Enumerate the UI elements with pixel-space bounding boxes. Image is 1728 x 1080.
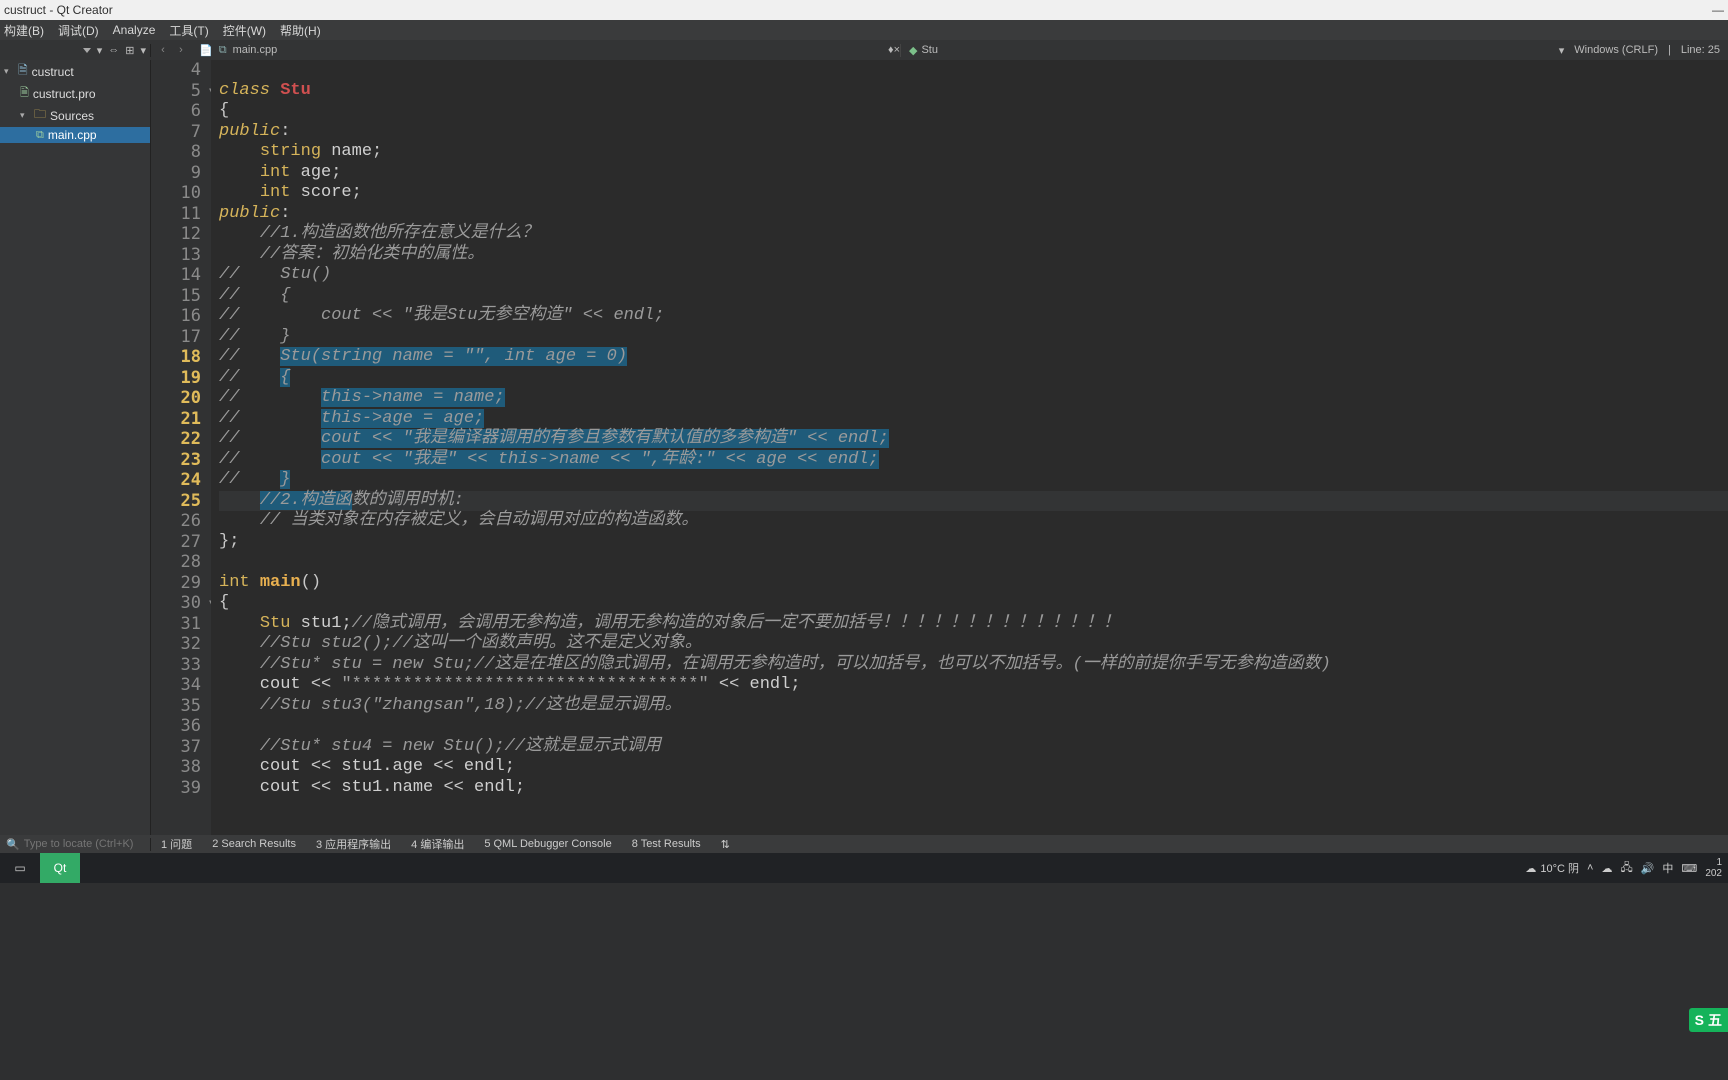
status-separator: | — [1668, 44, 1671, 57]
tray-chevron-icon[interactable]: ˄ — [1587, 862, 1593, 874]
code-editor[interactable]: class Stu{public: string name; int age; … — [211, 60, 1728, 835]
output-pane-tabs: 🔍 1 问题 2 Search Results 3 应用程序输出 4 编译输出 … — [0, 835, 1728, 853]
output-tab-qml[interactable]: 5 QML Debugger Console — [474, 838, 621, 850]
pro-file-name: custruct.pro — [33, 87, 96, 101]
os-taskbar: ▭ Qt ☁ 10°C 阴 ˄ ☁ 🖧 🔊 中 ⌨ 1 202 — [0, 853, 1728, 883]
open-file-name: main.cpp — [233, 44, 278, 56]
class-icon: ◆ — [909, 44, 917, 57]
output-tab-appoutput[interactable]: 3 应用程序输出 — [306, 836, 401, 852]
menubar: 构建(B) 调试(D) Analyze 工具(T) 控件(W) 帮助(H) — [0, 20, 1728, 40]
output-tab-toggle-icon[interactable]: ⇅ — [711, 838, 740, 851]
system-tray: ☁ 10°C 阴 ˄ ☁ 🖧 🔊 中 ⌨ 1 202 — [1525, 857, 1728, 879]
tray-time: 1 — [1705, 857, 1722, 868]
project-dropdown-icon[interactable] — [83, 48, 91, 53]
nav-forward-icon[interactable]: › — [173, 44, 189, 56]
symbol-breadcrumb[interactable]: ◆ Stu — [900, 44, 946, 57]
cpp-file-icon: ⧉ — [36, 129, 44, 142]
cloud-icon: ☁ — [1525, 862, 1536, 875]
qtcreator-taskbar-icon[interactable]: Qt — [40, 853, 80, 883]
symbol-name: Stu — [921, 44, 938, 56]
pro-file-icon: 🗎 — [20, 84, 29, 103]
ime-logo-icon: S — [1695, 1012, 1704, 1028]
expand-icon[interactable]: ▾ — [140, 44, 146, 57]
editor-toolbar: ▾ ⇔ ⊞ ▾ ‹ › 📄 ⧉ main.cpp ♦ × ◆ Stu ▾ Win… — [0, 40, 1728, 60]
menu-widgets[interactable]: 控件(W) — [223, 22, 266, 39]
output-tab-issues[interactable]: 1 问题 — [151, 836, 202, 852]
project-toolbar: ▾ ⇔ ⊞ ▾ — [0, 44, 151, 57]
link-icon[interactable]: ⇔ — [108, 44, 119, 56]
sources-folder[interactable]: ▾ 🗀 Sources — [0, 104, 150, 127]
menu-debug[interactable]: 调试(D) — [58, 22, 99, 39]
tray-clock[interactable]: 1 202 — [1705, 857, 1722, 879]
file-list-dropdown-icon[interactable]: 📄 — [199, 44, 213, 57]
line-ending-label[interactable]: Windows (CRLF) — [1574, 44, 1658, 57]
search-icon: 🔍 — [6, 838, 20, 851]
network-icon[interactable]: 🖧 — [1620, 859, 1632, 878]
folder-icon: 🗀 — [34, 105, 46, 126]
taskview-button[interactable]: ▭ — [0, 853, 40, 883]
ime-badge[interactable]: S 五 — [1689, 1008, 1728, 1032]
split-icon[interactable]: ⊞ — [125, 44, 134, 57]
menu-build[interactable]: 构建(B) — [4, 22, 44, 39]
output-tab-tests[interactable]: 8 Test Results — [622, 838, 711, 850]
ime-mode-icon[interactable]: ⌨ — [1681, 862, 1697, 875]
symbol-dropdown-icon[interactable]: ▾ — [1559, 44, 1565, 57]
menu-help[interactable]: 帮助(H) — [280, 22, 321, 39]
output-tab-search[interactable]: 2 Search Results — [202, 838, 306, 850]
cpp-file-icon: ⧉ — [219, 44, 227, 57]
output-tab-compile[interactable]: 4 编译输出 — [401, 836, 474, 852]
ime-lang-icon[interactable]: 中 — [1662, 860, 1673, 876]
cursor-position-label[interactable]: Line: 25 — [1681, 44, 1720, 57]
weather-text: 10°C 阴 — [1540, 860, 1579, 876]
project-root[interactable]: ▾ 🗎 custruct — [0, 60, 150, 83]
nav-controls: ‹ › — [151, 44, 193, 56]
locator[interactable]: 🔍 — [0, 838, 151, 851]
open-file-tab[interactable]: 📄 ⧉ main.cpp — [193, 44, 283, 57]
ime-text: 五 — [1708, 1010, 1722, 1030]
window-titlebar: custruct - Qt Creator — — [0, 0, 1728, 20]
pro-file-item[interactable]: 🗎 custruct.pro — [0, 83, 150, 104]
tray-date: 202 — [1705, 868, 1722, 879]
expand-icon[interactable]: ▾ — [20, 110, 30, 121]
window-title: custruct - Qt Creator — [4, 3, 113, 17]
project-icon: 🗎 — [18, 61, 28, 82]
main-area: ▾ 🗎 custruct 🗎 custruct.pro ▾ 🗀 Sources … — [0, 60, 1728, 835]
project-name: custruct — [32, 65, 74, 79]
editor-status: ▾ Windows (CRLF) | Line: 25 — [1551, 44, 1728, 57]
locator-input[interactable] — [24, 838, 144, 850]
expand-icon[interactable]: ▾ — [4, 66, 14, 77]
source-file-name: main.cpp — [48, 128, 97, 142]
project-sidebar: ▾ 🗎 custruct 🗎 custruct.pro ▾ 🗀 Sources … — [0, 60, 151, 835]
minimize-button[interactable]: — — [1712, 3, 1724, 17]
window-controls: — — [1700, 3, 1724, 17]
onedrive-icon[interactable]: ☁ — [1601, 862, 1612, 875]
weather-widget[interactable]: ☁ 10°C 阴 — [1525, 860, 1579, 876]
filter-icon[interactable]: ▾ — [97, 44, 103, 57]
menu-tools[interactable]: 工具(T) — [169, 22, 208, 39]
menu-analyze[interactable]: Analyze — [113, 23, 156, 37]
source-file-item[interactable]: ⧉ main.cpp — [0, 127, 150, 143]
volume-icon[interactable]: 🔊 — [1641, 862, 1655, 875]
nav-back-icon[interactable]: ‹ — [155, 44, 171, 56]
line-number-gutter[interactable]: ▾ ▾ 456789101112131415161718192021222324… — [151, 60, 211, 835]
folder-name: Sources — [50, 109, 94, 123]
